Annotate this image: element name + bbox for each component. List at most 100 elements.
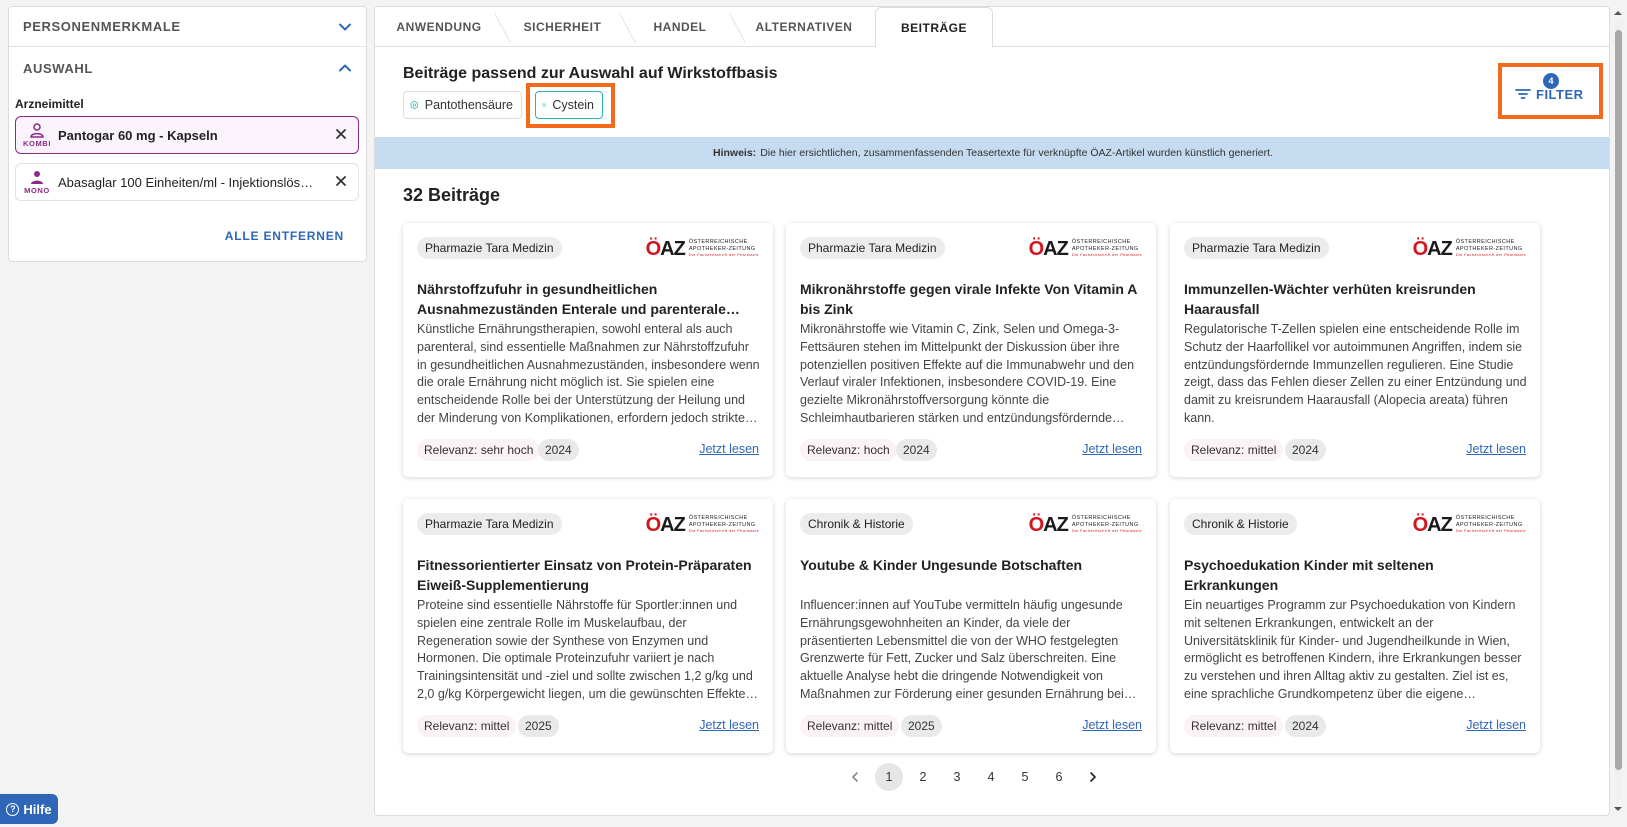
read-link[interactable]: Jetzt lesen <box>699 442 759 456</box>
notice-banner: Hinweis: Die hier ersichtlichen, zusamme… <box>375 137 1609 169</box>
page-button-6[interactable]: 6 <box>1045 763 1073 791</box>
tab-handel[interactable]: HANDEL <box>630 7 730 47</box>
logo-line3: Die Fachzeitschrift der Pharmazie <box>688 529 759 534</box>
scroll-up-icon[interactable] <box>1613 8 1623 18</box>
logo-line3: Die Fachzeitschrift der Pharmazie <box>1455 529 1526 534</box>
page-title: Beiträge passend zur Auswahl auf Wirksto… <box>403 65 778 82</box>
chevron-up-icon[interactable] <box>338 61 352 75</box>
logo-line1: ÖSTERREICHISCHE <box>688 239 748 246</box>
oeaz-logo: ÖAZ ÖSTERREICHISCHE APOTHEKER-ZEITUNG Die … <box>646 514 759 536</box>
help-label: Hilfe <box>23 801 52 817</box>
logo-o: Ö <box>645 513 662 536</box>
year-badge: 2024 <box>538 439 579 461</box>
relevance-badge: Relevanz: mittel <box>1184 715 1284 737</box>
year-badge: 2024 <box>896 439 937 461</box>
page-button-3[interactable]: 3 <box>943 763 971 791</box>
oeaz-logo: ÖAZ ÖSTERREICHISCHE APOTHEKER-ZEITUNG Die … <box>1029 514 1142 536</box>
tab-beitraege[interactable]: BEITRÄGE <box>875 7 993 48</box>
page-button-5[interactable]: 5 <box>1011 763 1039 791</box>
card-text: Influencer:innen auf YouTube vermitteln … <box>800 598 1124 701</box>
relevance-badge: Relevanz: mittel <box>417 715 517 737</box>
logo-az: AZ <box>660 237 686 260</box>
page-button-4[interactable]: 4 <box>977 763 1005 791</box>
tab-bar: ANWENDUNG SICHERHEIT HANDEL ALTERNATIVEN… <box>375 7 1609 48</box>
category-badge: Chronik & Historie <box>800 513 913 535</box>
article-card[interactable]: Pharmazie Tara Medizin ÖAZ ÖSTERREICHISC… <box>403 499 773 753</box>
card-text: Ein neuartiges Programm zur Psychoedukat… <box>1184 598 1522 701</box>
article-card[interactable]: Pharmazie Tara Medizin ÖAZ ÖSTERREICHISC… <box>786 223 1156 477</box>
chevron-down-icon[interactable] <box>338 20 352 34</box>
relevance-badge: Relevanz: hoch <box>800 439 897 461</box>
tab-sicherheit[interactable]: SICHERHEIT <box>505 7 620 47</box>
scrollbar[interactable] <box>1612 6 1624 816</box>
drug-name: Abasaglar 100 Einheiten/ml - Injektionsl… <box>58 174 320 190</box>
article-card[interactable]: Pharmazie Tara Medizin ÖAZ ÖSTERREICHISC… <box>1170 223 1540 477</box>
remove-all-button[interactable]: ALLE ENTFERNEN <box>225 229 344 243</box>
person-icon: KOMBI <box>22 119 52 151</box>
scroll-down-icon[interactable] <box>1613 804 1623 814</box>
logo-o: Ö <box>1412 237 1429 260</box>
logo-line2: APOTHEKER-ZEITUNG <box>1071 245 1139 252</box>
notice-text: Die hier ersichtlichen, zusammenfassende… <box>760 147 1273 159</box>
logo-line2: APOTHEKER-ZEITUNG <box>688 245 756 252</box>
logo-az: AZ <box>1043 513 1069 536</box>
read-link[interactable]: Jetzt lesen <box>1466 442 1526 456</box>
tab-alternativen[interactable]: ALTERNATIVEN <box>740 7 868 47</box>
logo-o: Ö <box>1028 513 1045 536</box>
page-button-2[interactable]: 2 <box>909 763 937 791</box>
article-card[interactable]: Pharmazie Tara Medizin ÖAZ ÖSTERREICHISC… <box>403 223 773 477</box>
help-button[interactable]: ? Hilfe <box>0 794 58 824</box>
logo-line3: Die Fachzeitschrift der Pharmazie <box>688 253 759 258</box>
article-card[interactable]: Chronik & Historie ÖAZ ÖSTERREICHISCHE AP… <box>786 499 1156 753</box>
highlight-box-chip <box>526 83 615 128</box>
category-badge: Pharmazie Tara Medizin <box>1184 237 1329 259</box>
oeaz-logo: ÖAZ ÖSTERREICHISCHE APOTHEKER-ZEITUNG Die … <box>1413 514 1526 536</box>
read-link[interactable]: Jetzt lesen <box>1082 442 1142 456</box>
drugs-label: Arzneimittel <box>15 97 84 111</box>
category-badge: Pharmazie Tara Medizin <box>800 237 945 259</box>
notice-label: Hinweis: <box>713 147 757 159</box>
relevance-badge: Relevanz: mittel <box>800 715 900 737</box>
section-personenmerkmale[interactable]: PERSONENMERKMALE <box>9 7 366 47</box>
help-icon: ? <box>6 802 20 816</box>
category-badge: Pharmazie Tara Medizin <box>417 513 562 535</box>
pagination: 1 2 3 4 5 6 <box>841 763 1113 791</box>
card-text: Künstliche Ernährungstherapien, sowohl e… <box>417 322 760 425</box>
article-card[interactable]: Chronik & Historie ÖAZ ÖSTERREICHISCHE AP… <box>1170 499 1540 753</box>
logo-line1: ÖSTERREICHISCHE <box>1071 515 1131 522</box>
card-title: Nährstoffzufuhr in gesundheitlichen Ausn… <box>417 281 726 317</box>
drug-type-tag: KOMBI <box>23 139 51 148</box>
page-button-1[interactable]: 1 <box>875 763 903 791</box>
read-link[interactable]: Jetzt lesen <box>1082 718 1142 732</box>
section-auswahl[interactable]: AUSWAHL <box>9 47 366 89</box>
category-badge: Chronik & Historie <box>1184 513 1297 535</box>
read-link[interactable]: Jetzt lesen <box>699 718 759 732</box>
logo-line3: Die Fachzeitschrift der Pharmazie <box>1455 253 1526 258</box>
highlight-box-filter <box>1498 63 1603 119</box>
next-page-button[interactable] <box>1079 763 1107 791</box>
drug-item-selected[interactable]: KOMBI Pantogar 60 mg - Kapseln <box>15 116 359 154</box>
section-auswahl-label: AUSWAHL <box>23 60 93 76</box>
section-personenmerkmale-label: PERSONENMERKMALE <box>23 19 181 34</box>
year-badge: 2024 <box>1285 439 1326 461</box>
results-count: 32 Beiträge <box>403 185 501 205</box>
read-link[interactable]: Jetzt lesen <box>1466 718 1526 732</box>
scrollbar-thumb[interactable] <box>1615 30 1622 770</box>
card-title: Youtube & Kinder Ungesunde Botschaften <box>800 557 1083 573</box>
drug-name: Pantogar 60 mg - Kapseln <box>58 127 218 143</box>
main-panel: ANWENDUNG SICHERHEIT HANDEL ALTERNATIVEN… <box>374 6 1610 816</box>
prev-page-button[interactable] <box>841 763 869 791</box>
card-text: Proteine sind essentielle Nährstoffe für… <box>417 598 753 701</box>
close-icon[interactable] <box>334 127 348 141</box>
chip-pantothensaeure[interactable]: Pantothensäure <box>403 91 522 119</box>
logo-line1: ÖSTERREICHISCHE <box>1455 515 1515 522</box>
logo-line2: APOTHEKER-ZEITUNG <box>688 521 756 528</box>
close-icon[interactable] <box>334 174 348 188</box>
drug-item[interactable]: MONO Abasaglar 100 Einheiten/ml - Injekt… <box>15 163 359 201</box>
card-title: Fitnessorientierter Einsatz von Protein-… <box>417 557 752 593</box>
logo-o: Ö <box>1412 513 1429 536</box>
tab-anwendung[interactable]: ANWENDUNG <box>383 7 495 47</box>
year-badge: 2025 <box>518 715 559 737</box>
chevron-left-icon <box>852 772 858 782</box>
logo-az: AZ <box>1427 237 1453 260</box>
